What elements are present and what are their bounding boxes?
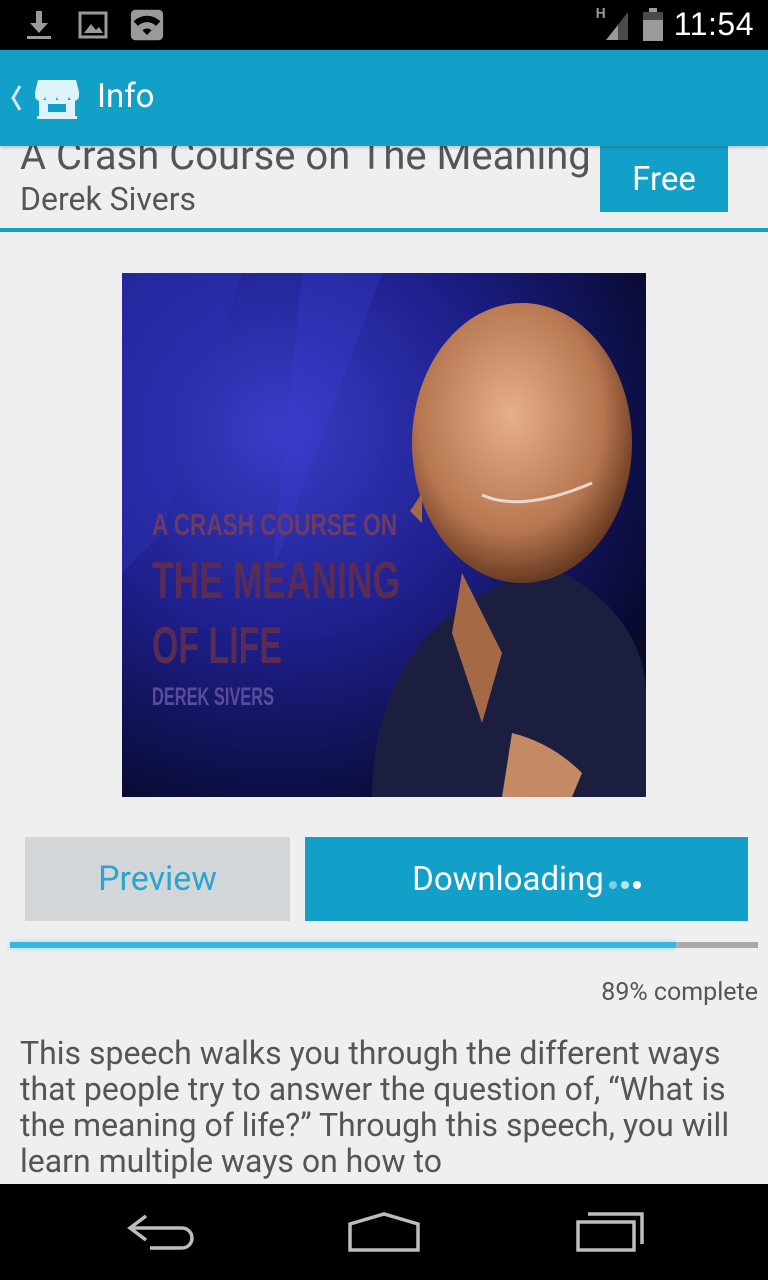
downloading-button[interactable]: Downloading (305, 837, 748, 921)
book-author: Derek Sivers (20, 180, 197, 218)
clock: 11:54 (673, 6, 754, 42)
battery-icon (642, 7, 664, 42)
app-bar: Info (0, 50, 768, 146)
cover-line2: THE MEANING (152, 552, 400, 610)
book-description: This speech walks you through the differ… (20, 1034, 730, 1180)
home-icon[interactable] (344, 1210, 424, 1254)
preview-button[interactable]: Preview (25, 837, 290, 921)
download-icon (22, 8, 56, 42)
wifi-icon (130, 8, 164, 42)
page-title: Info (97, 77, 155, 116)
cover-author: DEREK SIVERS (152, 683, 274, 711)
loading-dots-icon (608, 881, 641, 889)
downloading-label: Downloading (412, 859, 604, 899)
back-icon[interactable] (124, 1210, 204, 1254)
free-price-button[interactable]: Free (600, 146, 728, 212)
navigation-bar (0, 1184, 768, 1280)
status-bar: H 11:54 (0, 0, 768, 50)
store-icon[interactable] (34, 76, 80, 120)
recent-apps-icon[interactable] (572, 1210, 652, 1254)
info-content[interactable]: A Crash Course on The Meaning of Life De… (0, 146, 768, 1184)
book-cover-image: A CRASH COURSE ON THE MEANING OF LIFE DE… (122, 273, 646, 797)
image-icon (76, 8, 110, 42)
cover-line1: A CRASH COURSE ON (152, 507, 397, 542)
progress-label: 89% complete (601, 978, 758, 1007)
signal-icon: H (596, 6, 632, 42)
back-caret-icon[interactable] (8, 80, 24, 116)
download-progress-fill (10, 942, 676, 948)
title-divider (0, 228, 768, 232)
download-progress-bar (10, 942, 758, 948)
cover-line3: OF LIFE (152, 617, 282, 675)
